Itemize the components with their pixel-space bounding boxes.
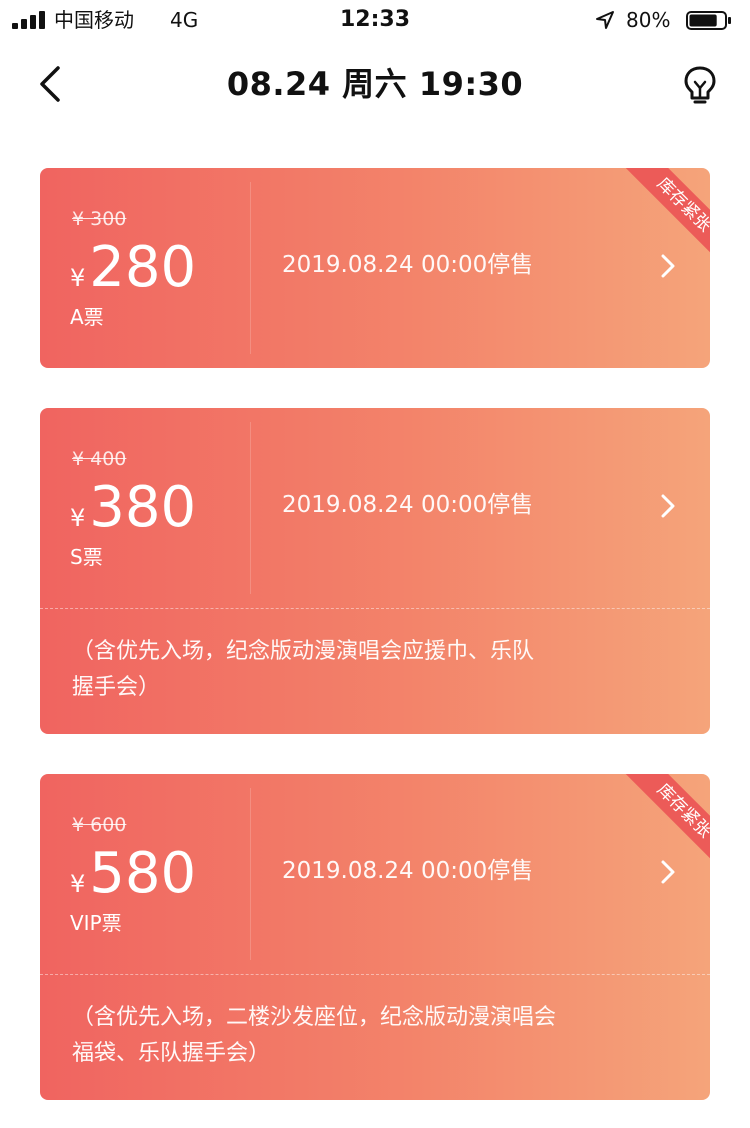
ticket-name: A票 — [70, 305, 104, 329]
chevron-right-icon[interactable] — [658, 492, 678, 520]
ticket-name: S票 — [70, 545, 103, 569]
lightbulb-icon[interactable] — [680, 64, 720, 106]
status-bar: 中国移动 4G 12:33 80% — [0, 0, 750, 40]
ticket-name: VIP票 — [70, 911, 122, 935]
price-value: 580 — [89, 841, 197, 906]
current-price: ¥580 — [70, 842, 196, 906]
currency-symbol: ¥ — [70, 504, 86, 532]
dashed-divider — [40, 608, 710, 609]
original-price: ¥ 300 — [72, 208, 127, 230]
sale-deadline: 2019.08.24 00:00停售 — [282, 858, 534, 884]
low-stock-badge: 库存紧张 — [623, 168, 710, 266]
page-title: 08.24 周六 19:30 — [226, 65, 524, 103]
low-stock-badge: 库存紧张 — [623, 774, 710, 872]
ticket-card-s[interactable]: ¥ 400 ¥380 S票 2019.08.24 00:00停售 （含优先入场，… — [40, 408, 710, 734]
price-value: 380 — [89, 475, 197, 540]
sale-deadline: 2019.08.24 00:00停售 — [282, 492, 534, 518]
battery-icon — [686, 11, 731, 30]
benefits-line: （含优先入场，纪念版动漫演唱会应援巾、乐队 — [72, 639, 535, 664]
benefits-line: 福袋、乐队握手会） — [72, 1041, 271, 1066]
nav-bar: 08.24 周六 19:30 — [0, 44, 750, 124]
ticket-card-vip[interactable]: ¥ 600 ¥580 VIP票 2019.08.24 00:00停售 库存紧张 … — [40, 774, 710, 1100]
ticket-card-a[interactable]: ¥ 300 ¥280 A票 2019.08.24 00:00停售 库存紧张 — [40, 168, 710, 368]
ticket-benefits: （含优先入场，二楼沙发座位，纪念版动漫演唱会 福袋、乐队握手会） — [72, 1000, 672, 1072]
location-arrow-icon — [596, 11, 614, 29]
benefits-line: （含优先入场，二楼沙发座位，纪念版动漫演唱会 — [72, 1005, 557, 1030]
sale-deadline: 2019.08.24 00:00停售 — [282, 252, 534, 278]
ticket-card-header: ¥ 400 ¥380 S票 2019.08.24 00:00停售 — [40, 408, 710, 608]
vertical-divider — [250, 788, 251, 960]
price-value: 280 — [89, 235, 197, 300]
currency-symbol: ¥ — [70, 264, 86, 292]
original-price: ¥ 600 — [72, 814, 127, 836]
vertical-divider — [250, 182, 251, 354]
low-stock-ribbon: 库存紧张 — [600, 168, 710, 278]
dashed-divider — [40, 974, 710, 975]
current-price: ¥380 — [70, 476, 196, 540]
currency-symbol: ¥ — [70, 870, 86, 898]
original-price: ¥ 400 — [72, 448, 127, 470]
ticket-benefits: （含优先入场，纪念版动漫演唱会应援巾、乐队 握手会） — [72, 634, 672, 706]
benefits-line: 握手会） — [72, 675, 161, 700]
battery-percent: 80% — [626, 8, 671, 32]
current-price: ¥280 — [70, 236, 196, 300]
low-stock-ribbon: 库存紧张 — [600, 774, 710, 884]
vertical-divider — [250, 422, 251, 594]
